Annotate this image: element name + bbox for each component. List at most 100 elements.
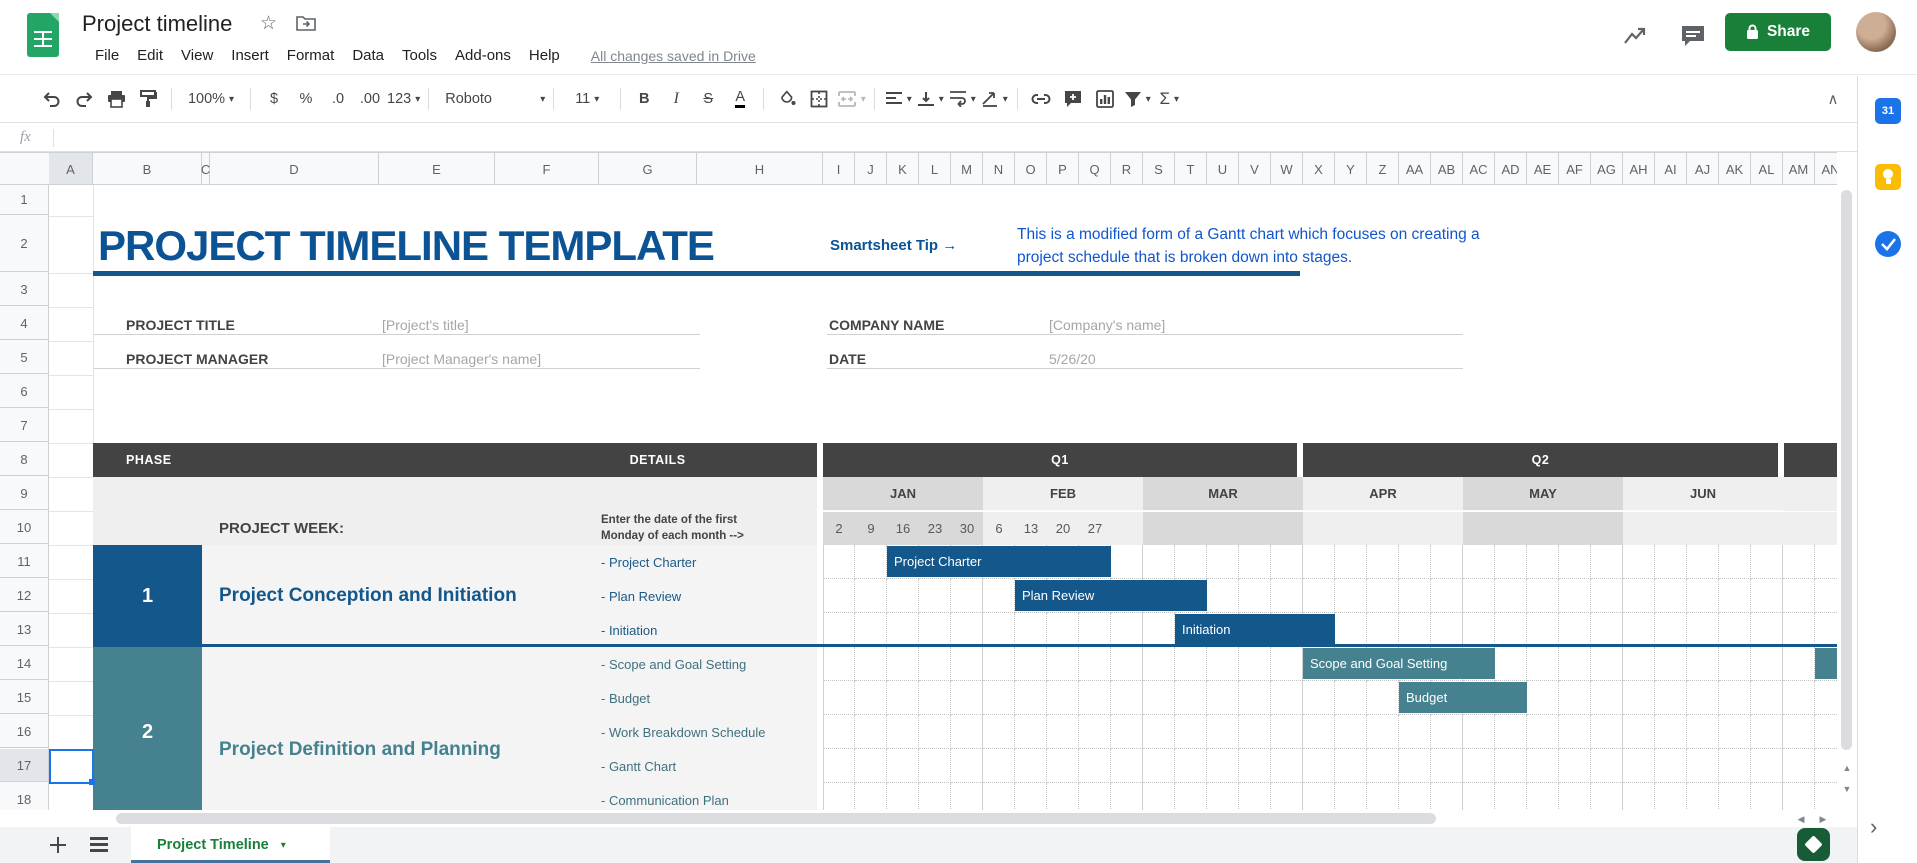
menu-data[interactable]: Data: [343, 44, 393, 67]
gantt-cell[interactable]: [823, 715, 855, 749]
gantt-cell[interactable]: [1271, 681, 1303, 715]
gantt-cell[interactable]: [983, 681, 1015, 715]
gantt-cell[interactable]: [1111, 783, 1143, 810]
column-header-AM[interactable]: AM: [1783, 153, 1815, 185]
gantt-cell[interactable]: [983, 749, 1015, 783]
gantt-cell[interactable]: [1079, 647, 1111, 681]
zoom-select[interactable]: 100%▾: [180, 84, 242, 114]
gantt-cell[interactable]: [1783, 647, 1815, 681]
gantt-cell[interactable]: [1367, 545, 1399, 579]
gantt-cell[interactable]: [1207, 749, 1239, 783]
gantt-cell[interactable]: [1047, 749, 1079, 783]
gantt-cell[interactable]: [1079, 749, 1111, 783]
column-header-W[interactable]: W: [1271, 153, 1303, 185]
gantt-cell[interactable]: [1143, 783, 1175, 810]
gantt-cell[interactable]: [951, 715, 983, 749]
gantt-cell[interactable]: [1751, 545, 1783, 579]
gantt-cell[interactable]: [1495, 613, 1527, 647]
gantt-cell[interactable]: [1271, 783, 1303, 810]
sheet-tab-caret-icon[interactable]: ▾: [281, 840, 286, 851]
gantt-cell[interactable]: [1175, 647, 1207, 681]
gantt-cell[interactable]: [1495, 749, 1527, 783]
filter-icon[interactable]: ▾: [1122, 84, 1152, 114]
gantt-cell[interactable]: [1015, 715, 1047, 749]
gantt-cell[interactable]: [919, 647, 951, 681]
gantt-cell[interactable]: [855, 681, 887, 715]
gantt-cell[interactable]: [1527, 715, 1559, 749]
row-header-9[interactable]: 9: [0, 477, 48, 510]
column-header-Y[interactable]: Y: [1335, 153, 1367, 185]
column-header-AA[interactable]: AA: [1399, 153, 1431, 185]
row-header-5[interactable]: 5: [0, 341, 48, 374]
gantt-cell[interactable]: [1559, 647, 1591, 681]
gantt-cell[interactable]: [1527, 579, 1559, 613]
gantt-cell[interactable]: [887, 579, 919, 613]
column-header-AF[interactable]: AF: [1559, 153, 1591, 185]
gantt-cell[interactable]: [823, 545, 855, 579]
strikethrough-button[interactable]: S: [693, 84, 723, 114]
column-header-D[interactable]: D: [210, 153, 379, 185]
gantt-cell[interactable]: [1687, 545, 1719, 579]
scroll-up-icon[interactable]: ▲: [1838, 760, 1856, 776]
gantt-cell[interactable]: [1751, 749, 1783, 783]
gantt-cell[interactable]: [1239, 715, 1271, 749]
menu-view[interactable]: View: [172, 44, 222, 67]
gantt-cell[interactable]: [1303, 545, 1335, 579]
gantt-cell[interactable]: [1079, 681, 1111, 715]
gantt-cell[interactable]: [1239, 647, 1271, 681]
gantt-cell[interactable]: [1655, 715, 1687, 749]
column-header-AK[interactable]: AK: [1719, 153, 1751, 185]
calendar-icon[interactable]: 31: [1875, 98, 1901, 124]
gantt-cell[interactable]: [1623, 749, 1655, 783]
column-header-AJ[interactable]: AJ: [1687, 153, 1719, 185]
gantt-cell[interactable]: [1079, 613, 1111, 647]
gantt-cell[interactable]: [1335, 545, 1367, 579]
gantt-cell[interactable]: [1463, 783, 1495, 810]
column-header-AL[interactable]: AL: [1751, 153, 1783, 185]
gantt-cell[interactable]: [1751, 715, 1783, 749]
font-size-select[interactable]: 11▾: [562, 84, 612, 114]
gantt-cell[interactable]: [951, 613, 983, 647]
gantt-cell[interactable]: [1399, 749, 1431, 783]
gantt-cell[interactable]: [1239, 579, 1271, 613]
gantt-cell[interactable]: [1655, 783, 1687, 810]
gantt-cell[interactable]: [1271, 545, 1303, 579]
gantt-cell[interactable]: [1207, 783, 1239, 810]
column-header-AD[interactable]: AD: [1495, 153, 1527, 185]
gantt-cell[interactable]: [855, 715, 887, 749]
gantt-cell[interactable]: [1527, 749, 1559, 783]
gantt-bar[interactable]: [1815, 648, 1837, 679]
gantt-cell[interactable]: [1143, 715, 1175, 749]
row-header-6[interactable]: 6: [0, 375, 48, 408]
menu-addons[interactable]: Add-ons: [446, 44, 520, 67]
gantt-cell[interactable]: [1751, 647, 1783, 681]
gantt-cell[interactable]: [1303, 579, 1335, 613]
gantt-cell[interactable]: [983, 613, 1015, 647]
menu-insert[interactable]: Insert: [222, 44, 278, 67]
row-header-17[interactable]: 17: [0, 749, 48, 782]
gantt-cell[interactable]: [1431, 545, 1463, 579]
fill-color-icon[interactable]: [772, 84, 802, 114]
row-header-12[interactable]: 12: [0, 579, 48, 612]
star-icon[interactable]: ☆: [260, 12, 277, 35]
column-header-T[interactable]: T: [1175, 153, 1207, 185]
gantt-cell[interactable]: [1815, 783, 1837, 810]
gantt-cell[interactable]: [1367, 613, 1399, 647]
gantt-cell[interactable]: [1559, 749, 1591, 783]
gantt-cell[interactable]: [1783, 783, 1815, 810]
column-header-AI[interactable]: AI: [1655, 153, 1687, 185]
gantt-cell[interactable]: [1335, 715, 1367, 749]
column-header-Z[interactable]: Z: [1367, 153, 1399, 185]
gantt-cell[interactable]: [1591, 715, 1623, 749]
gantt-cell[interactable]: [1751, 579, 1783, 613]
gantt-cell[interactable]: [887, 749, 919, 783]
column-header-N[interactable]: N: [983, 153, 1015, 185]
gantt-cell[interactable]: [1751, 783, 1783, 810]
gantt-cell[interactable]: [855, 783, 887, 810]
undo-icon[interactable]: [37, 84, 67, 114]
gantt-cell[interactable]: [1527, 613, 1559, 647]
sheet-grid[interactable]: PROJECT TIMELINE TEMPLATESmartsheet Tip …: [49, 185, 1837, 810]
doc-title[interactable]: Project timeline: [82, 11, 232, 37]
row-header-3[interactable]: 3: [0, 273, 48, 306]
gantt-cell[interactable]: [919, 783, 951, 810]
